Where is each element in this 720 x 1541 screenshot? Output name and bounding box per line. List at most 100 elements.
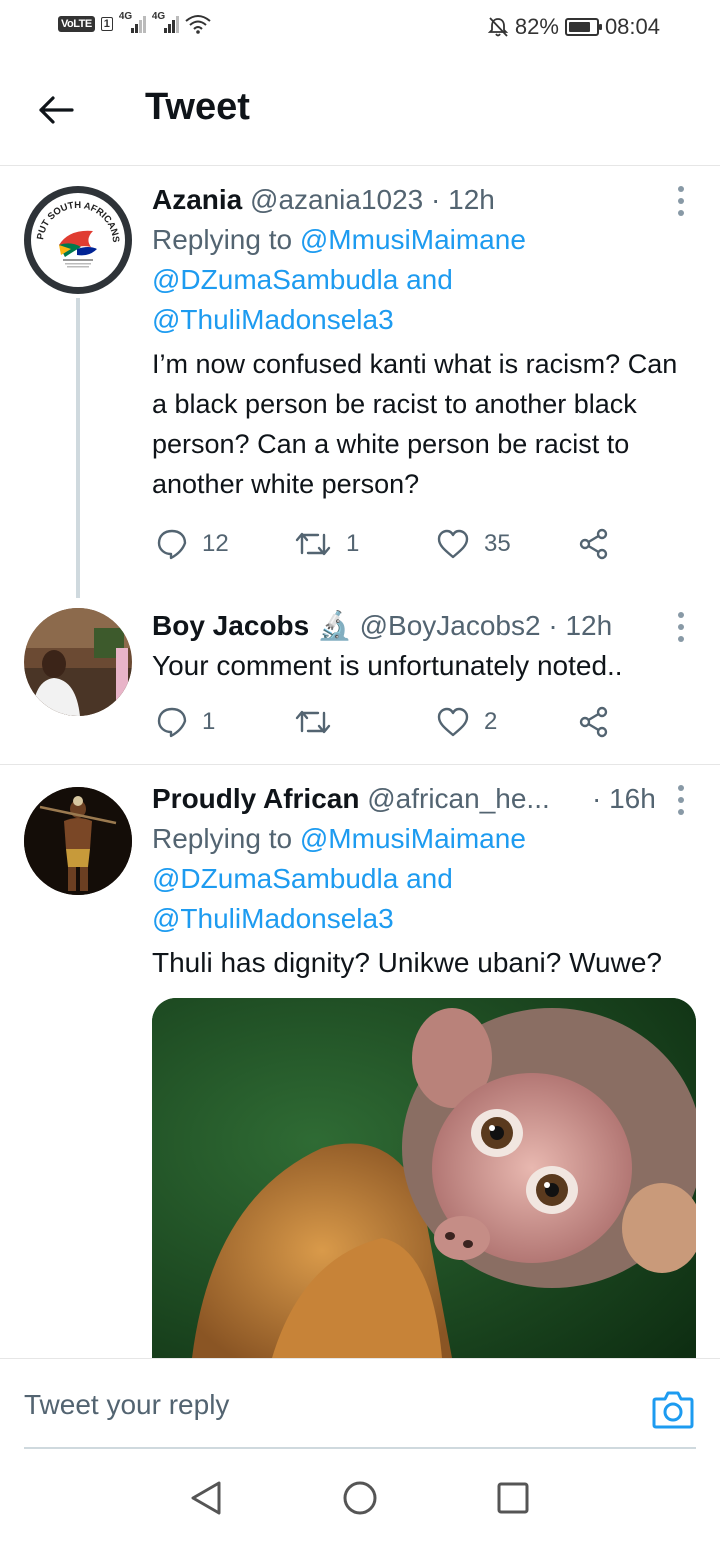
replying-to-prefix: Replying to xyxy=(152,224,293,255)
status-left: VoLTE 1 4G 4G xyxy=(58,11,211,34)
status-right: 82% 08:04 xyxy=(487,14,660,40)
reply-button[interactable]: 12 xyxy=(156,524,229,564)
back-button[interactable] xyxy=(32,88,80,132)
tweet-azania[interactable]: PUT SOUTH AFRICANS FIRST Azania @azania1… xyxy=(0,166,720,598)
tweet-header: Azania @azania1023 · 12h xyxy=(152,180,696,220)
top-app-bar: Tweet xyxy=(0,54,720,166)
timestamp: · 16h xyxy=(592,783,656,814)
tweet-actions: 1 2 xyxy=(152,702,632,742)
camera-button[interactable] xyxy=(652,1389,694,1429)
nav-back-icon xyxy=(191,1481,221,1515)
nav-home-button[interactable] xyxy=(340,1478,380,1518)
like-icon xyxy=(437,707,469,737)
nav-recents-button[interactable] xyxy=(493,1478,533,1518)
share-icon xyxy=(579,706,608,738)
more-vertical-icon xyxy=(678,785,684,791)
tweet-boy-jacobs[interactable]: Boy Jacobs 🔬 @BoyJacobs2 · 12h Your comm… xyxy=(0,598,720,764)
battery-icon xyxy=(564,18,602,36)
replying-to-prefix: Replying to xyxy=(152,823,293,854)
timestamp: · 12h xyxy=(431,184,495,215)
tweet-media-image[interactable] xyxy=(152,998,696,1358)
display-name[interactable]: Boy Jacobs xyxy=(152,610,309,641)
retweet-button[interactable] xyxy=(294,702,346,742)
handle[interactable]: @azania1023 xyxy=(250,184,423,215)
avatar[interactable] xyxy=(24,787,132,895)
tweet-body: Azania @azania1023 · 12h Replying to @Mm… xyxy=(152,180,696,504)
retweet-icon xyxy=(295,532,331,556)
volte-badge: VoLTE xyxy=(58,16,95,32)
replying-to: Replying to @MmusiMaimane @DZumaSambudla… xyxy=(152,819,696,939)
system-nav-bar xyxy=(0,1460,720,1541)
handle[interactable]: @african_he... xyxy=(367,783,550,814)
retweet-icon xyxy=(295,710,331,734)
sim-indicator: 1 xyxy=(100,17,113,31)
avatar[interactable]: PUT SOUTH AFRICANS FIRST xyxy=(24,186,132,294)
avatar-logo: PUT SOUTH AFRICANS FIRST xyxy=(31,193,121,268)
tweet-header: Proudly African @african_he... · 16h xyxy=(152,779,696,819)
network-type-1: 4G xyxy=(118,11,133,22)
tweet-text: Your comment is unfortunately noted.. xyxy=(152,650,623,681)
more-vertical-icon xyxy=(678,186,684,192)
nav-back-button[interactable] xyxy=(186,1478,226,1518)
reply-count: 12 xyxy=(202,530,229,557)
share-button[interactable] xyxy=(578,702,610,742)
more-vertical-icon xyxy=(678,612,684,618)
handle[interactable]: @BoyJacobs2 xyxy=(360,610,541,641)
wifi-icon xyxy=(185,15,211,34)
like-button[interactable]: 35 xyxy=(436,524,511,564)
nav-home-icon xyxy=(343,1481,377,1515)
tweet-body: Boy Jacobs 🔬 @BoyJacobs2 · 12h Your comm… xyxy=(152,606,696,686)
tweet-actions: 12 1 35 xyxy=(152,524,632,564)
more-options-button[interactable] xyxy=(676,186,686,216)
like-count: 2 xyxy=(484,708,498,735)
camera-icon xyxy=(652,1391,694,1429)
like-count: 35 xyxy=(484,530,511,557)
back-arrow-icon xyxy=(39,96,74,124)
mention-link[interactable]: @DZumaSambudla xyxy=(152,863,398,894)
signal-icon: 4G xyxy=(119,11,146,33)
name-emoji: 🔬 xyxy=(316,610,352,641)
tweet-text: Thuli has dignity? Unikwe ubani? Wuwe? xyxy=(152,947,662,978)
reply-icon xyxy=(157,707,187,738)
page-title: Tweet xyxy=(145,86,250,128)
mute-bell-icon xyxy=(487,17,509,37)
mention-link[interactable]: @DZumaSambudla xyxy=(152,264,398,295)
signal-icon-2: 4G xyxy=(152,11,179,33)
avatar-photo xyxy=(24,608,132,716)
more-options-button[interactable] xyxy=(676,785,686,815)
reply-input[interactable]: Tweet your reply xyxy=(24,1389,229,1421)
mention-link[interactable]: @ThuliMadonsela3 xyxy=(152,304,394,335)
mention-and: and xyxy=(406,863,453,894)
replying-to: Replying to @MmusiMaimane @DZumaSambudla… xyxy=(152,220,696,340)
like-icon xyxy=(437,529,469,559)
share-button[interactable] xyxy=(578,524,610,564)
mention-link[interactable]: @ThuliMadonsela3 xyxy=(152,903,394,934)
like-button[interactable]: 2 xyxy=(436,702,497,742)
display-name[interactable]: Proudly African xyxy=(152,783,359,814)
tweet-text: I’m now confused kanti what is racism? C… xyxy=(152,349,678,499)
share-icon xyxy=(579,528,608,560)
tweet-header: Boy Jacobs 🔬 @BoyJacobs2 · 12h xyxy=(152,606,696,646)
more-options-button[interactable] xyxy=(676,612,686,642)
tweet-body: Proudly African @african_he... · 16h Rep… xyxy=(152,779,696,983)
mention-link[interactable]: @MmusiMaimane xyxy=(300,823,526,854)
mention-link[interactable]: @MmusiMaimane xyxy=(300,224,526,255)
timestamp: · 12h xyxy=(548,610,613,641)
display-name[interactable]: Azania xyxy=(152,184,242,215)
retweet-button[interactable]: 1 xyxy=(294,524,359,564)
mention-and: and xyxy=(406,264,453,295)
reply-composer: Tweet your reply xyxy=(0,1358,720,1460)
battery-fill xyxy=(568,22,590,32)
reply-input-underline xyxy=(24,1447,696,1449)
thread-line xyxy=(76,298,80,598)
status-bar: VoLTE 1 4G 4G 82% 08:04 xyxy=(0,0,720,54)
avatar[interactable] xyxy=(24,608,132,716)
network-type-2: 4G xyxy=(151,11,166,22)
battery-percent: 82% xyxy=(514,14,559,39)
avatar-photo xyxy=(24,787,132,895)
monkey-photo xyxy=(152,998,696,1358)
reply-button[interactable]: 1 xyxy=(156,702,215,742)
reply-count: 1 xyxy=(202,708,216,735)
retweet-count: 1 xyxy=(346,530,360,557)
clock: 08:04 xyxy=(604,14,660,39)
